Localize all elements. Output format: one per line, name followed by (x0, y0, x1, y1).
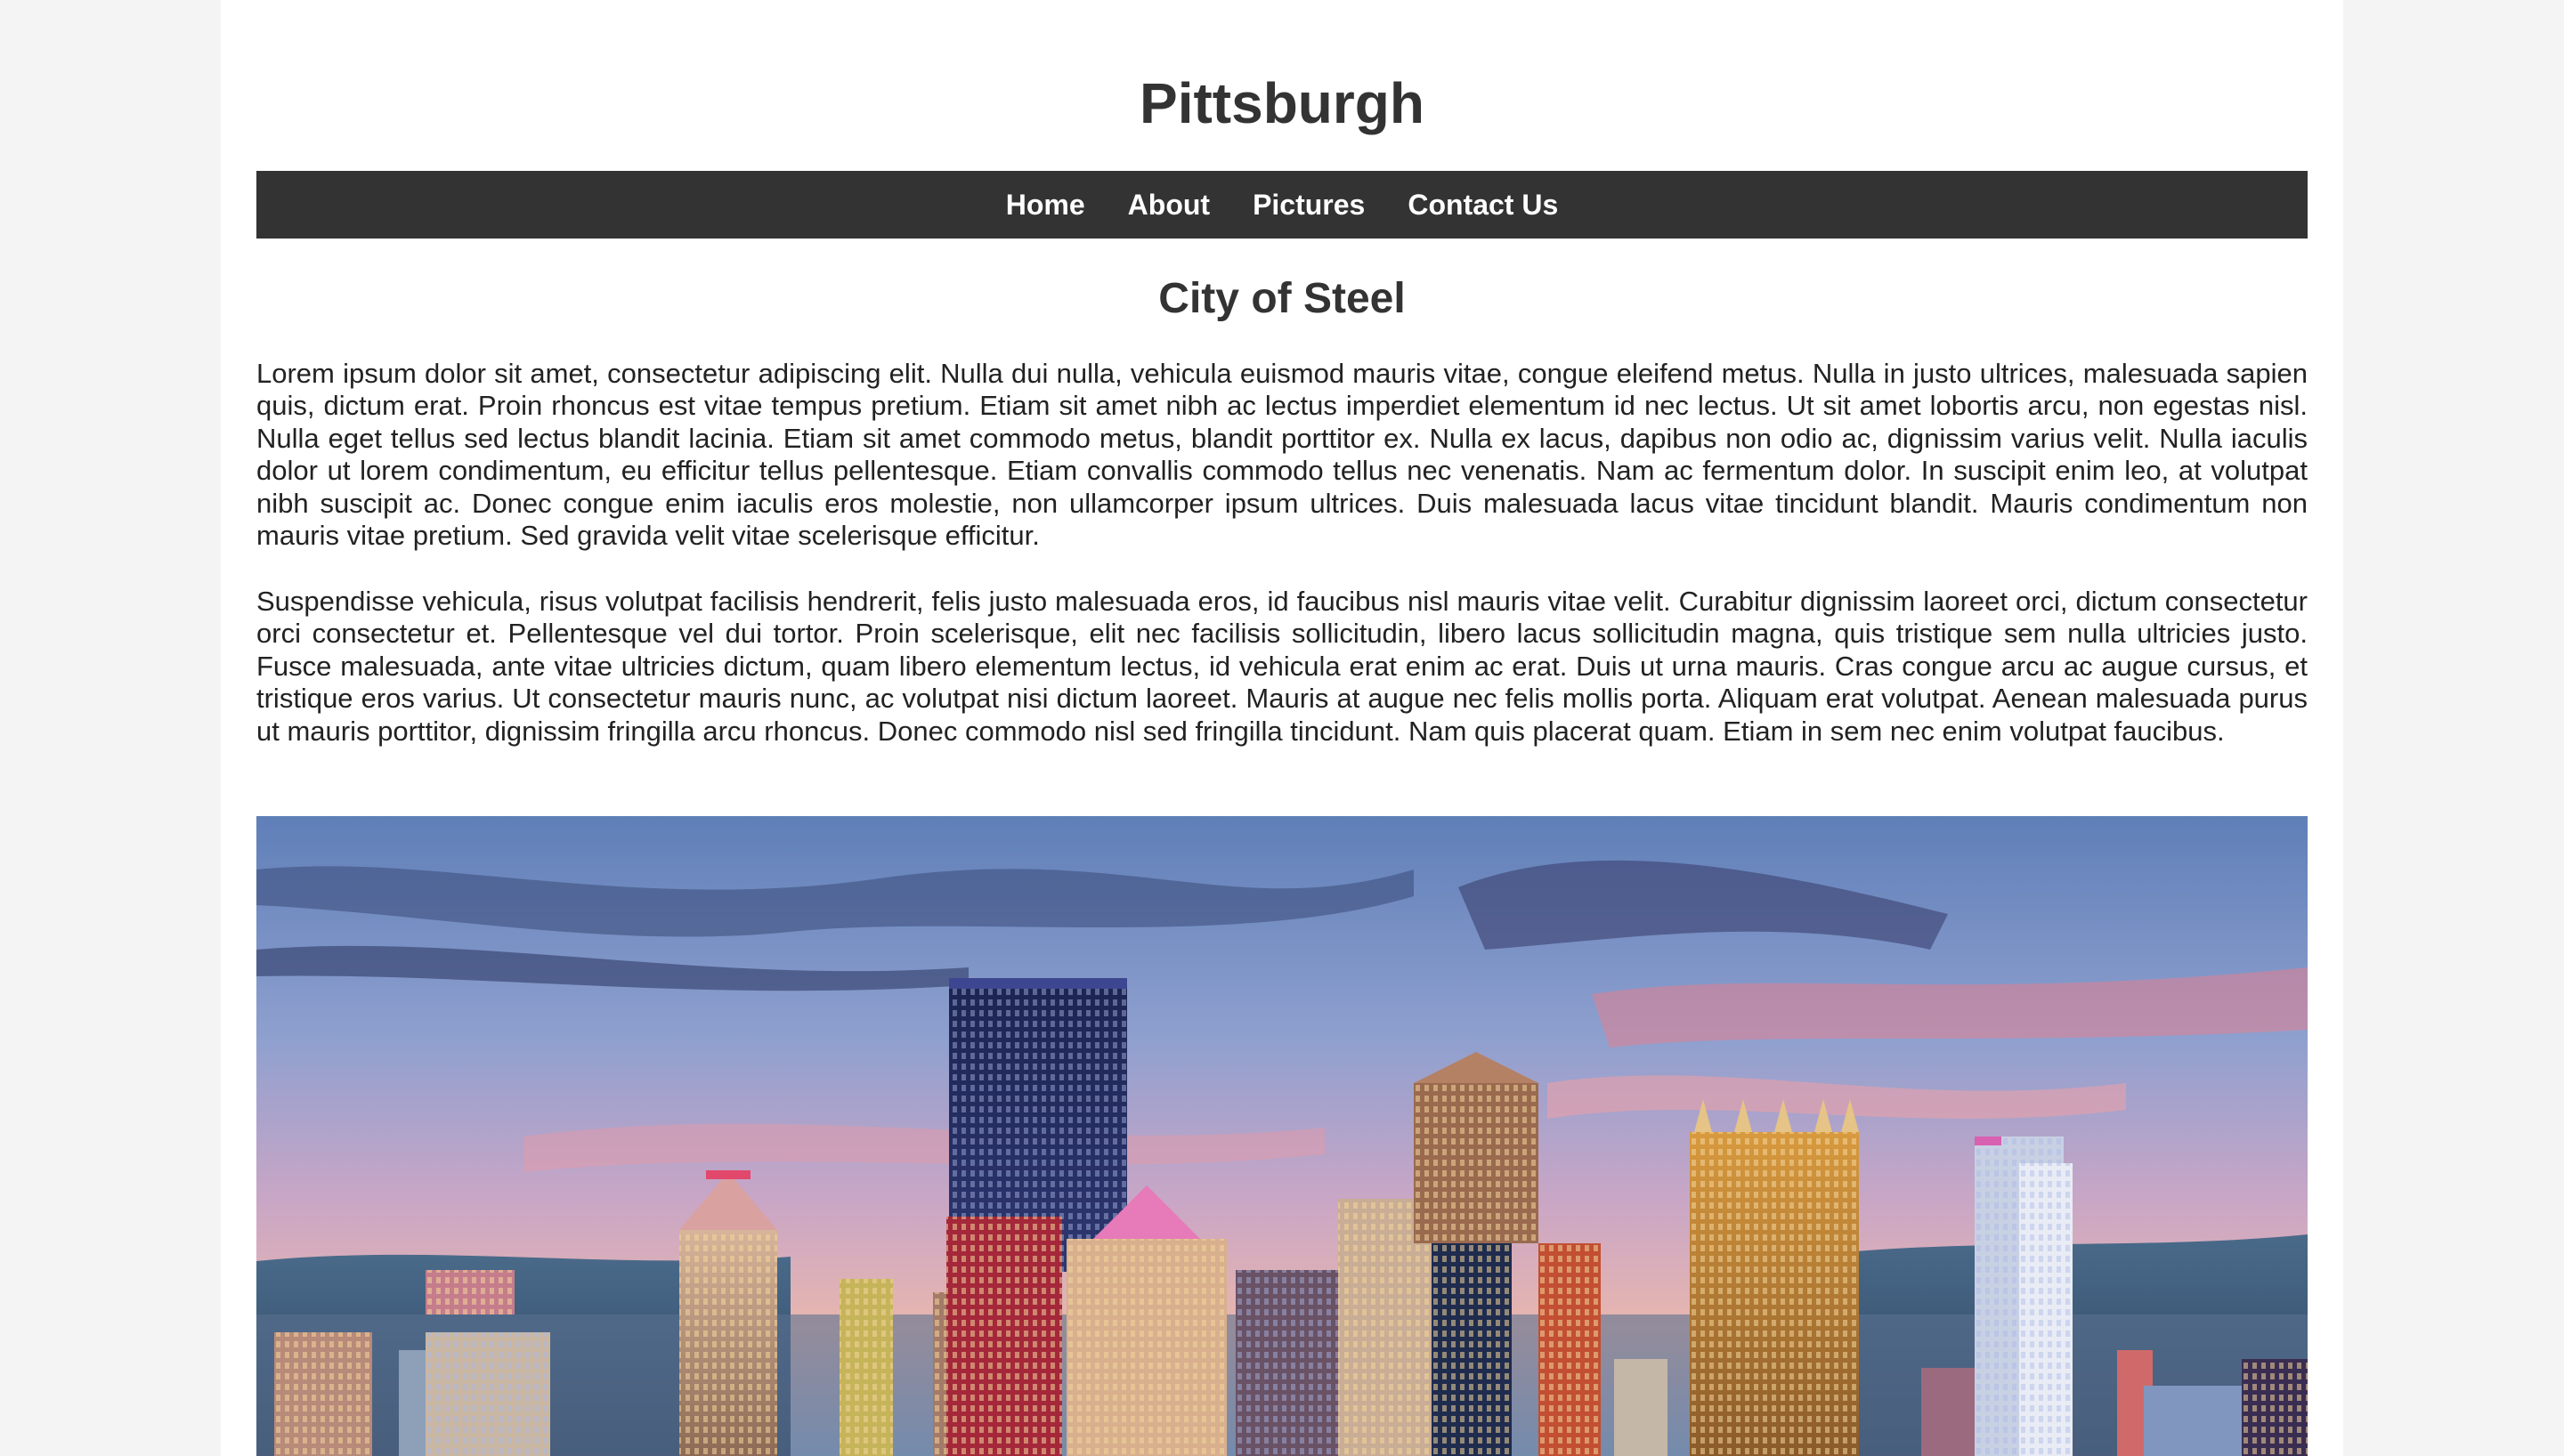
nav-link-about[interactable]: About (1128, 171, 1210, 239)
second-paragraph: Suspendisse vehicula, risus volutpat fac… (256, 586, 2308, 747)
section-heading: City of Steel (1158, 275, 1406, 322)
main-navbar: Home About Pictures Contact Us (256, 171, 2308, 239)
intro-paragraph: Lorem ipsum dolor sit amet, consectetur … (256, 358, 2308, 552)
nav-link-contact-us[interactable]: Contact Us (1408, 171, 1558, 239)
page-container: Pittsburgh Home About Pictures Contact U… (221, 0, 2343, 1456)
nav-link-home[interactable]: Home (1006, 171, 1085, 239)
nav-link-pictures[interactable]: Pictures (1253, 171, 1365, 239)
site-title: Pittsburgh (1140, 71, 1424, 135)
skyline-photo (256, 816, 2308, 1456)
